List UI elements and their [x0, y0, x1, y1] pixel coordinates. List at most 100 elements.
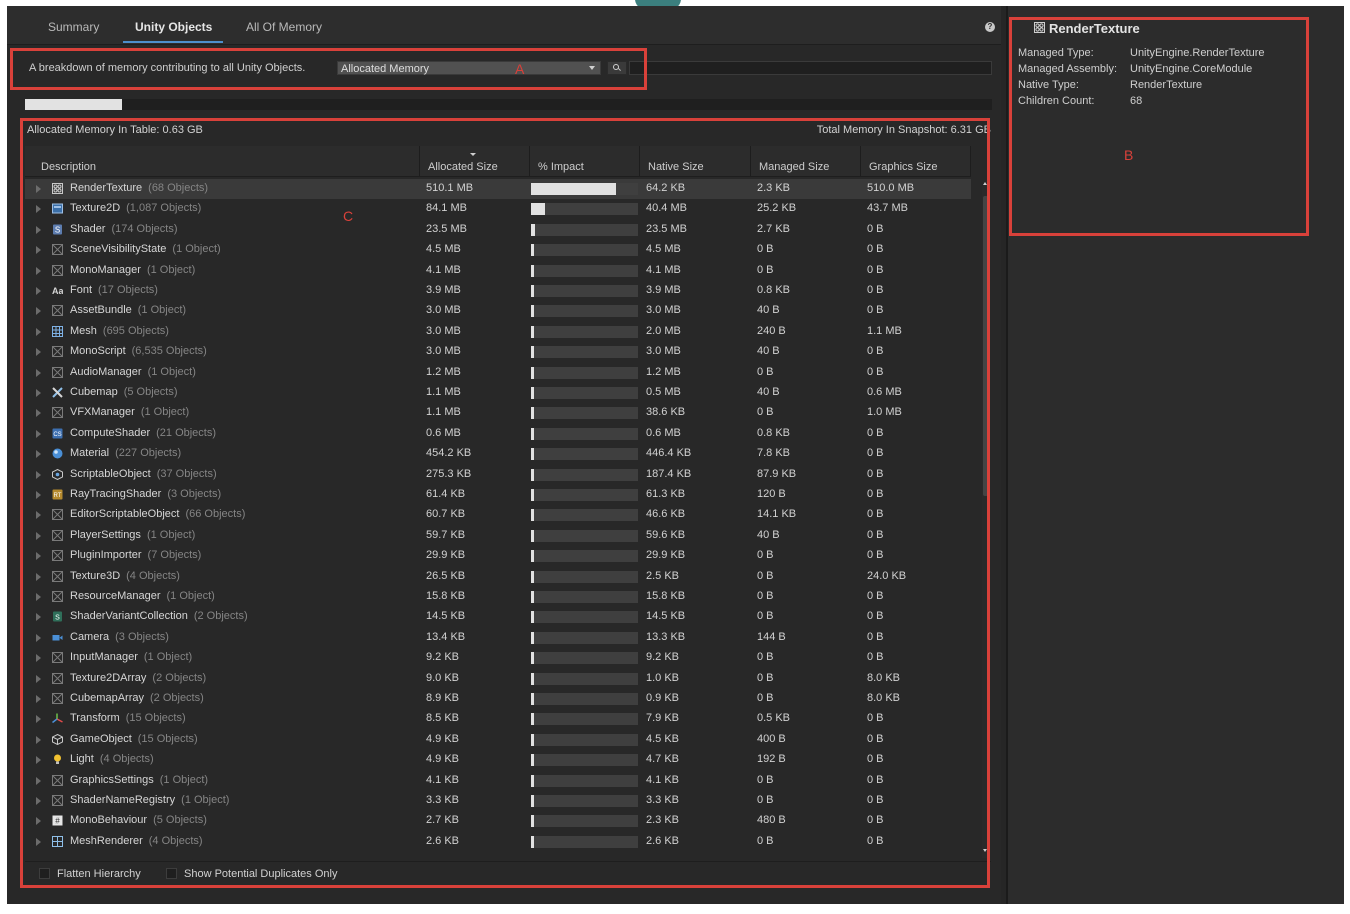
table-row[interactable]: Light (4 Objects) 4.9 KB 4.7 KB 192 B 0 B — [25, 750, 971, 770]
tab-unity-objects[interactable]: Unity Objects — [135, 20, 212, 34]
expand-arrow-icon[interactable] — [36, 511, 41, 520]
native-size-cell: 29.9 KB — [646, 549, 686, 562]
expand-arrow-icon[interactable] — [36, 266, 41, 275]
expand-arrow-icon[interactable] — [36, 817, 41, 826]
impact-bar-fill — [531, 366, 534, 379]
managed-size-cell: 40 B — [757, 386, 780, 398]
expand-arrow-icon[interactable] — [36, 531, 41, 540]
column-native-size[interactable]: Native Size — [648, 161, 704, 173]
expand-arrow-icon[interactable] — [36, 307, 41, 316]
row-description: EditorScriptableObject (66 Objects) — [70, 508, 245, 520]
table-row[interactable]: MonoScript (6,535 Objects) 3.0 MB 3.0 MB 40 … — [25, 342, 971, 362]
scroll-down-icon[interactable] — [983, 849, 987, 852]
column-allocated-size[interactable]: Allocated Size — [428, 161, 498, 173]
expand-arrow-icon[interactable] — [36, 797, 41, 805]
column-divider[interactable] — [529, 146, 530, 176]
expand-arrow-icon[interactable] — [36, 450, 41, 459]
table-scrollbar[interactable] — [982, 186, 989, 858]
show-duplicates-checkbox[interactable] — [166, 868, 177, 879]
table-row[interactable]: ScriptableObject (37 Objects) 275.3 KB 187.… — [25, 465, 971, 485]
table-row[interactable]: Camera (3 Objects) 13.4 KB 13.3 KB 144 B 0 B — [25, 628, 971, 648]
column-description[interactable]: Description — [41, 161, 96, 173]
table-row[interactable]: RT RayTracingShader (3 Objects) 61.4 KB 61.3… — [25, 485, 971, 505]
table-row[interactable]: Transform (15 Objects) 8.5 KB 7.9 KB 0.5 KB 0… — [25, 709, 971, 729]
expand-arrow-icon[interactable] — [36, 756, 41, 765]
column-impact[interactable]: % Impact — [538, 161, 584, 173]
expand-arrow-icon[interactable] — [36, 409, 41, 418]
table-row[interactable]: Cubemap (5 Objects) 1.1 MB 0.5 MB 40 B 0.6 MB — [25, 383, 971, 403]
table-row[interactable]: InputManager (1 Object) 9.2 KB 9.2 KB 0 B 0 B — [25, 648, 971, 668]
expand-arrow-icon[interactable] — [36, 348, 41, 357]
table-row[interactable]: GraphicsSettings (1 Object) 4.1 KB 4.1 KB 0 … — [25, 771, 971, 791]
allocated-size-cell: 9.2 KB — [426, 651, 460, 664]
column-divider[interactable] — [419, 146, 420, 176]
expand-arrow-icon[interactable] — [36, 593, 41, 601]
table-row[interactable]: VFXManager (1 Object) 1.1 MB 38.6 KB 0 B 1.0 … — [25, 403, 971, 423]
table-row[interactable]: Texture3D (4 Objects) 26.5 KB 2.5 KB 0 B 24.0… — [25, 567, 971, 587]
table-row[interactable]: AudioManager (1 Object) 1.2 MB 1.2 MB 0 B 0 B — [25, 363, 971, 383]
table-row[interactable]: MeshRenderer (4 Objects) 2.6 KB 2.6 KB 0 B 0 … — [25, 832, 971, 852]
table-row[interactable]: Aa Font (17 Objects) 3.9 MB 3.9 MB 0.8 KB 0 B — [25, 281, 971, 301]
expand-arrow-icon[interactable] — [36, 552, 41, 561]
expand-arrow-icon[interactable] — [36, 429, 41, 438]
expand-arrow-icon[interactable] — [36, 674, 41, 683]
column-divider[interactable] — [970, 146, 971, 176]
expand-arrow-icon[interactable] — [36, 225, 41, 234]
column-graphics-size[interactable]: Graphics Size — [869, 161, 937, 173]
expand-arrow-icon[interactable] — [36, 389, 41, 397]
table-row[interactable]: PluginImporter (7 Objects) 29.9 KB 29.9 KB 0… — [25, 546, 971, 566]
expand-arrow-icon[interactable] — [36, 327, 41, 336]
object-count: (37 Objects) — [156, 467, 217, 480]
column-divider[interactable] — [750, 146, 751, 176]
object-type-name: GameObject — [70, 732, 132, 745]
expand-arrow-icon[interactable] — [36, 470, 41, 479]
table-row[interactable]: Mesh (695 Objects) 3.0 MB 2.0 MB 240 B 1.1 MB — [25, 322, 971, 342]
help-icon[interactable]: ? — [985, 22, 995, 32]
expand-arrow-icon[interactable] — [36, 715, 41, 724]
table-row[interactable]: SceneVisibilityState (1 Object) 4.5 MB 4.5 … — [25, 240, 971, 260]
expand-arrow-icon[interactable] — [36, 695, 41, 703]
table-row[interactable]: GameObject (15 Objects) 4.9 KB 4.5 KB 400 B 0… — [25, 730, 971, 750]
expand-arrow-icon[interactable] — [36, 368, 41, 377]
table-row[interactable]: PlayerSettings (1 Object) 59.7 KB 59.6 KB 40… — [25, 526, 971, 546]
column-managed-size[interactable]: Managed Size — [759, 161, 829, 173]
table-row[interactable]: S Shader (174 Objects) 23.5 MB 23.5 MB 2.7 KB… — [25, 220, 971, 240]
scrollbar-thumb[interactable] — [983, 196, 988, 496]
memory-type-dropdown[interactable]: Allocated Memory — [337, 61, 601, 75]
native-size-cell: 64.2 KB — [646, 182, 686, 194]
scroll-up-icon[interactable] — [983, 182, 987, 185]
expand-arrow-icon[interactable] — [36, 837, 41, 846]
expand-arrow-icon[interactable] — [36, 735, 41, 744]
table-row[interactable]: RenderTexture (68 Objects) 510.1 MB 64.2 KB… — [25, 179, 971, 199]
expand-arrow-icon[interactable] — [36, 613, 41, 622]
managed-size-cell: 0 B — [757, 590, 774, 602]
flatten-hierarchy-checkbox[interactable] — [39, 868, 50, 879]
expand-arrow-icon[interactable] — [36, 776, 41, 785]
expand-arrow-icon[interactable] — [36, 633, 41, 642]
expand-arrow-icon[interactable] — [36, 572, 41, 581]
expand-arrow-icon[interactable] — [36, 491, 41, 499]
column-divider[interactable] — [639, 146, 640, 176]
expand-arrow-icon[interactable] — [36, 185, 41, 193]
table-row[interactable]: ShaderNameRegistry (1 Object) 3.3 KB 3.3 KB… — [25, 791, 971, 811]
allocated-size-cell: 4.1 KB — [426, 773, 460, 786]
table-row[interactable]: AssetBundle (1 Object) 3.0 MB 3.0 MB 40 B 0 B — [25, 301, 971, 321]
table-row[interactable]: EditorScriptableObject (66 Objects) 60.7 K… — [25, 505, 971, 525]
table-row[interactable]: S ShaderVariantCollection (2 Objects) 14.5 … — [25, 607, 971, 627]
search-input[interactable] — [629, 61, 992, 75]
table-row[interactable]: # MonoBehaviour (5 Objects) 2.7 KB 2.3 KB 480… — [25, 811, 971, 831]
tab-all-of-memory[interactable]: All Of Memory — [246, 20, 322, 34]
tab-summary[interactable]: Summary — [48, 20, 99, 34]
expand-arrow-icon[interactable] — [36, 246, 41, 255]
table-row[interactable]: CS ComputeShader (21 Objects) 0.6 MB 0.6 MB 0… — [25, 424, 971, 444]
table-row[interactable]: Material (227 Objects) 454.2 KB 446.4 KB 7.8… — [25, 444, 971, 464]
table-row[interactable]: MonoManager (1 Object) 4.1 MB 4.1 MB 0 B 0 B — [25, 261, 971, 281]
table-row[interactable]: ResourceManager (1 Object) 15.8 KB 15.8 KB 0… — [25, 587, 971, 607]
table-row[interactable]: CubemapArray (2 Objects) 8.9 KB 0.9 KB 0 B 8.… — [25, 689, 971, 709]
expand-arrow-icon[interactable] — [36, 654, 41, 663]
table-row[interactable]: Texture2D (1,087 Objects) 84.1 MB 40.4 MB 25… — [25, 199, 971, 219]
expand-arrow-icon[interactable] — [36, 287, 41, 295]
column-divider[interactable] — [860, 146, 861, 176]
table-row[interactable]: Texture2DArray (2 Objects) 9.0 KB 1.0 KB 0 B… — [25, 669, 971, 689]
expand-arrow-icon[interactable] — [36, 205, 41, 214]
